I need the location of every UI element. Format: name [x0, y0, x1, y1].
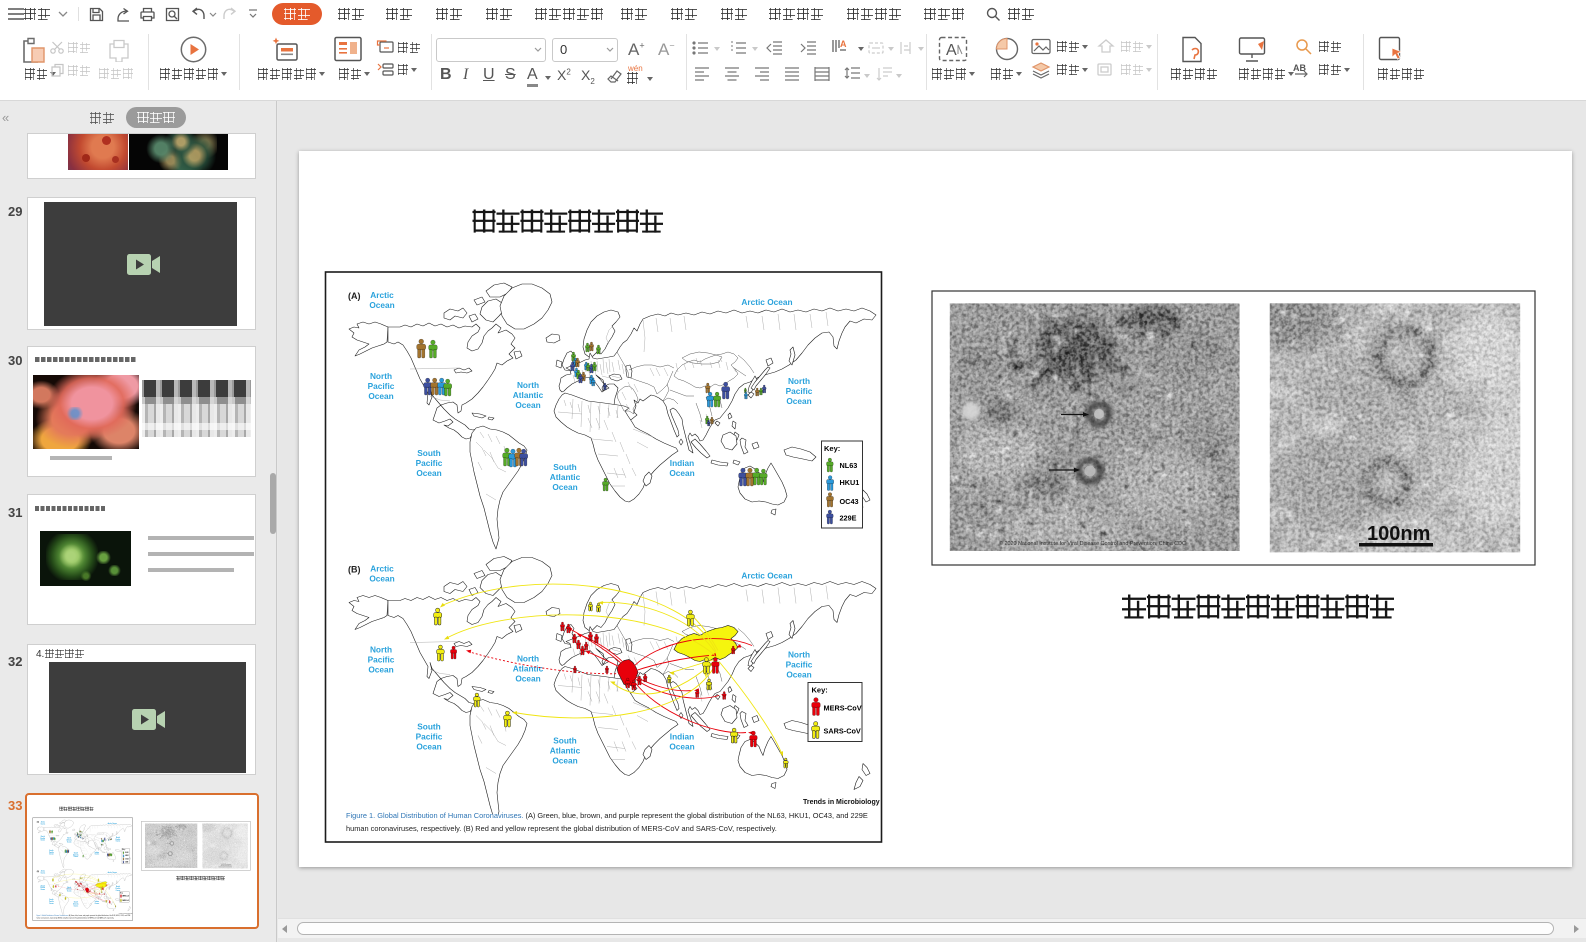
svg-text:A: A — [840, 39, 847, 49]
svg-text:A: A — [946, 42, 957, 59]
